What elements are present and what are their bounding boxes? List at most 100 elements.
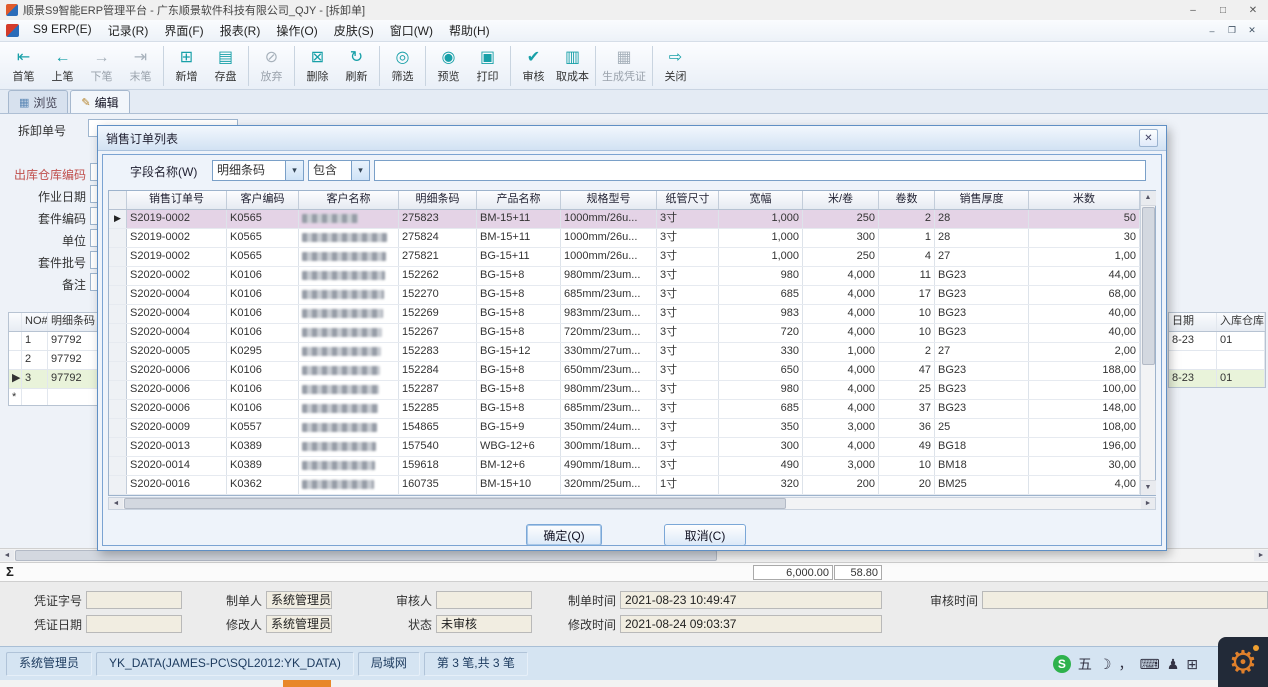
grid-row[interactable]: S2020-0013K0389157540WBG-12+6300mm/18um.… [109,438,1140,457]
chevron-down-icon[interactable]: ▾ [351,161,369,180]
cancel-button[interactable]: 取消(C) [664,524,746,546]
new-button[interactable]: ⊞新增 [167,43,206,89]
grid-row[interactable]: S2020-0005K0295152283BG-15+12330mm/27um.… [109,343,1140,362]
grid-row[interactable]: S2019-0002K0565275824BM-15+111000mm/26u.… [109,229,1140,248]
scroll-down-icon[interactable]: ▼ [1141,480,1156,495]
grid-row[interactable]: S2020-0002K0106152262BG-15+8980mm/23um..… [109,267,1140,286]
menu-item-2[interactable]: 界面(F) [156,20,211,41]
column-header-10[interactable]: 销售厚度 [935,191,1029,209]
column-header-4[interactable]: 产品名称 [477,191,561,209]
preview-button[interactable]: ◉预览 [429,43,468,89]
column-header-8[interactable]: 米/卷 [803,191,879,209]
modifier-input[interactable]: 系统管理员 [266,615,332,633]
sogou-icon[interactable]: S [1053,655,1071,673]
column-header-3[interactable]: 明细条码 [399,191,477,209]
grid-row[interactable]: S2020-0006K0106152285BG-15+8685mm/23um..… [109,400,1140,419]
grid-horizontal-scrollbar[interactable]: ◄ ► [108,497,1156,510]
mini-table-row[interactable]: 197792 [9,332,98,351]
grid-vertical-scrollbar[interactable]: ▲ ▼ [1140,191,1155,495]
user-icon[interactable]: ♟ [1167,655,1180,673]
dialog-titlebar[interactable]: 销售订单列表 ✕ [98,126,1166,151]
column-header-0[interactable]: 销售订单号 [127,191,227,209]
scroll-right-icon[interactable]: ► [1141,498,1155,509]
keyboard-icon[interactable]: ⌨ [1139,655,1159,673]
scrollbar-thumb[interactable] [124,498,786,509]
mdi-close-button[interactable]: ✕ [1242,23,1262,39]
print-button[interactable]: ▣打印 [468,43,507,89]
get-cost-button[interactable]: ▥取成本 [553,43,592,89]
close-form-button[interactable]: ⇨关闭 [656,43,695,89]
grid-row[interactable]: S2020-0004K0106152269BG-15+8983mm/23um..… [109,305,1140,324]
grid-row[interactable]: S2019-0002K0565275821BG-15+111000mm/26u.… [109,248,1140,267]
filter-button[interactable]: ◎筛选 [383,43,422,89]
creator-input[interactable]: 系统管理员 [266,591,332,609]
column-header-11[interactable]: 米数 [1029,191,1140,209]
mdi-restore-button[interactable]: ❐ [1222,23,1242,39]
mdi-minimize-button[interactable]: – [1202,23,1222,39]
column-header-9[interactable]: 卷数 [879,191,935,209]
grid-icon[interactable]: ⊞ [1186,655,1198,673]
status-input[interactable]: 未审核 [436,615,532,633]
filter-value-input[interactable] [374,160,1146,181]
menu-item-1[interactable]: 记录(R) [100,20,157,41]
scroll-up-icon[interactable]: ▲ [1141,191,1156,206]
filter-field-combo[interactable]: 明细条码 ▾ [212,160,304,181]
mini-table-row[interactable]: 8-2301 [1169,332,1265,351]
chevron-down-icon[interactable]: ▾ [285,161,303,180]
grid-row[interactable]: S2020-0006K0106152284BG-15+8650mm/23um..… [109,362,1140,381]
menu-item-4[interactable]: 操作(O) [268,20,325,41]
mini-table-row[interactable]: * [9,389,98,406]
create-time-input[interactable]: 2021-08-23 10:49:47 [620,591,882,609]
first-record-button[interactable]: ⇤首笔 [4,43,43,89]
grid-row[interactable]: S2020-0006K0106152287BG-15+8980mm/23um..… [109,381,1140,400]
moon-icon[interactable]: ☽ [1099,655,1112,673]
column-header-2[interactable]: 客户名称 [299,191,399,209]
column-header-1[interactable]: 客户编码 [227,191,299,209]
menu-item-6[interactable]: 窗口(W) [382,20,441,41]
scroll-left-icon[interactable]: ◄ [0,550,14,561]
ok-button[interactable]: 确定(Q) [526,524,602,546]
grid-row[interactable]: S2020-0004K0106152270BG-15+8685mm/23um..… [109,286,1140,305]
scroll-right-icon[interactable]: ► [1254,550,1268,561]
grid-row[interactable]: S2020-0004K0106152267BG-15+8720mm/23um..… [109,324,1140,343]
audit-time-input[interactable] [982,591,1268,609]
wubi-icon[interactable]: 五 [1078,655,1092,673]
mini-table-row[interactable]: 8-2301 [1169,370,1265,388]
tab-browse[interactable]: ▦ 浏览 [8,90,68,113]
modify-time-input[interactable]: 2021-08-24 09:03:37 [620,615,882,633]
mini-table-row[interactable]: 297792 [9,351,98,370]
scrollbar-thumb[interactable] [15,550,717,561]
scrollbar-thumb[interactable] [1142,207,1155,365]
audit-button[interactable]: ✔审核 [514,43,553,89]
tab-edit[interactable]: ✎ 编辑 [70,90,129,113]
minimize-button[interactable]: – [1178,0,1208,20]
mini-table-row[interactable]: ▶397792 [9,370,98,389]
menu-item-3[interactable]: 报表(R) [212,20,269,41]
maximize-button[interactable]: □ [1208,0,1238,20]
column-header-5[interactable]: 规格型号 [561,191,657,209]
filter-operator-combo[interactable]: 包含 ▾ [308,160,370,181]
grid-row[interactable]: S2020-0016K0362160735BM-15+10320mm/25um.… [109,476,1140,495]
grid-row[interactable]: S2020-0014K0389159618BM-12+6490mm/18um..… [109,457,1140,476]
menu-item-7[interactable]: 帮助(H) [441,20,498,41]
voucher-no-input[interactable] [86,591,182,609]
close-button[interactable]: ✕ [1238,0,1268,20]
dialog-close-button[interactable]: ✕ [1139,129,1158,147]
window-titlebar[interactable]: 顺景S9智能ERP管理平台 - 广东顺景软件科技有限公司_QJY - [拆卸单]… [0,0,1268,20]
save-button[interactable]: ▤存盘 [206,43,245,89]
grid-row[interactable]: ▶S2019-0002K0565275823BM-15+111000mm/26u… [109,210,1140,229]
column-header-6[interactable]: 纸管尺寸 [657,191,719,209]
auditor-input[interactable] [436,591,532,609]
scroll-left-icon[interactable]: ◄ [109,498,123,509]
mini-table-row[interactable] [1169,351,1265,370]
punctuation-icon[interactable]: ， [1118,655,1132,673]
column-header-7[interactable]: 宽幅 [719,191,803,209]
menu-item-5[interactable]: 皮肤(S) [326,20,382,41]
refresh-button[interactable]: ↻刷新 [337,43,376,89]
taskbar-app-chip[interactable] [283,680,331,687]
assistant-widget[interactable]: ⚙ [1218,637,1268,687]
menu-item-0[interactable]: S9 ERP(E) [25,20,100,41]
delete-button[interactable]: ⊠删除 [298,43,337,89]
prev-record-button[interactable]: ←上笔 [43,43,82,89]
voucher-date-input[interactable] [86,615,182,633]
